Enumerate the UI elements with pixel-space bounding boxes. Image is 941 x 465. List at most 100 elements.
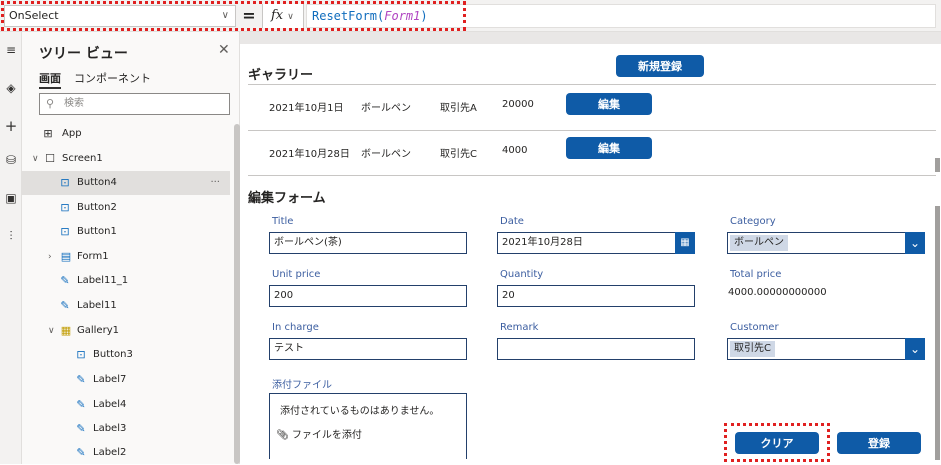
customer-dropdown[interactable]: 取引先C ⌄	[727, 338, 925, 360]
row-date: 2021年10月28日	[269, 149, 350, 160]
tools-icon[interactable]: ⫶	[3, 228, 19, 244]
tree-item-button4[interactable]: ⊡ Button4 ···	[22, 171, 230, 195]
tree-item-app[interactable]: ⊞ App	[22, 122, 230, 146]
tree-item-label7[interactable]: ✎ Label7	[22, 368, 230, 392]
unit-price-value: 200	[274, 290, 294, 301]
form-title: 編集フォーム	[248, 191, 326, 206]
hamburger-icon[interactable]: ≡	[3, 42, 19, 58]
attachment-empty-message: 添付されているものはありません。	[280, 406, 440, 417]
button-icon: ⊡	[76, 348, 86, 361]
tree-item-label: Screen1	[62, 153, 103, 164]
total-price-label: Total price	[730, 269, 782, 280]
form-icon: ▤	[60, 250, 72, 263]
clear-button[interactable]: クリア	[735, 432, 819, 454]
tree-item-label4[interactable]: ✎ Label4	[22, 393, 230, 417]
in-charge-label: In charge	[272, 322, 319, 333]
search-placeholder: 検索	[64, 98, 84, 109]
category-dropdown[interactable]: ボールペン ⌄	[727, 232, 925, 254]
tree-item-label: Label7	[93, 374, 127, 385]
tab-screens[interactable]: 画面	[39, 70, 61, 89]
tree-item-label: Label3	[93, 423, 127, 434]
row-date: 2021年10月1日	[269, 103, 344, 114]
chevron-down-icon[interactable]: ⌄	[905, 338, 925, 360]
tree-item-button2[interactable]: ⊡ Button2	[22, 196, 230, 220]
form-scrollbar[interactable]	[935, 206, 940, 460]
edit-button[interactable]: 編集	[566, 137, 652, 159]
tree-item-gallery1[interactable]: ∨ ▦ Gallery1	[22, 319, 230, 343]
tree-item-button3[interactable]: ⊡ Button3	[22, 343, 230, 367]
gallery-scrollbar[interactable]	[935, 158, 940, 172]
remark-input[interactable]	[497, 338, 695, 360]
submit-button[interactable]: 登録	[837, 432, 921, 454]
row-amount: 4000	[502, 145, 528, 156]
more-options-icon[interactable]: ···	[210, 171, 220, 195]
tree-item-label: Label11	[77, 300, 117, 311]
calendar-icon[interactable]: ▦	[675, 232, 695, 254]
tree-item-label11-1[interactable]: ✎ Label11_1	[22, 269, 230, 293]
tree-item-label: Label2	[93, 447, 127, 458]
new-register-button[interactable]: 新規登録	[616, 55, 704, 77]
fx-button[interactable]: fx ∨	[262, 4, 304, 28]
category-value: ボールペン	[730, 235, 788, 251]
media-icon[interactable]: ▣	[3, 190, 19, 206]
row-amount: 20000	[502, 99, 534, 110]
tree-search-input[interactable]: ⚲ 検索	[39, 93, 230, 115]
chevron-down-icon[interactable]: ⌄	[905, 232, 925, 254]
edit-button[interactable]: 編集	[566, 93, 652, 115]
tree-view-title: ツリー ビュー	[39, 46, 128, 62]
quantity-label: Quantity	[500, 269, 544, 280]
tree-item-label3[interactable]: ✎ Label3	[22, 417, 230, 441]
plus-icon[interactable]: +	[3, 118, 19, 134]
property-dropdown-value: OnSelect	[9, 9, 59, 22]
label-icon: ✎	[60, 274, 70, 287]
label-icon: ✎	[76, 398, 86, 411]
app-icon: ⊞	[43, 127, 53, 140]
tree-view-panel: ツリー ビュー ✕ 画面 コンポーネント ⚲ 検索 ⊞ App ∨ ☐ Scre…	[22, 32, 240, 464]
tree-item-label: Gallery1	[77, 325, 119, 336]
chevron-down-icon: ∨	[287, 12, 294, 22]
gallery-title: ギャラリー	[248, 68, 314, 83]
attachment-box: 添付されているものはありません。 📎︎ ファイルを添付	[269, 393, 467, 459]
title-input[interactable]: ボールペン(茶)	[269, 232, 467, 254]
close-icon[interactable]: ✕	[218, 42, 230, 58]
quantity-value: 20	[502, 290, 515, 301]
quantity-input[interactable]: 20	[497, 285, 695, 307]
button-icon: ⊡	[60, 201, 70, 214]
unit-price-input[interactable]: 200	[269, 285, 467, 307]
tree-item-label: Form1	[77, 251, 109, 262]
tree-item-label2[interactable]: ✎ Label2	[22, 441, 230, 465]
total-price-value: 4000.00000000000	[728, 287, 827, 298]
label-icon: ✎	[60, 299, 70, 312]
gallery-row[interactable]: 2021年10月28日 ボールペン 取引先C 4000 編集	[248, 130, 936, 174]
layers-icon[interactable]: ◈	[3, 80, 19, 96]
row-vendor: 取引先A	[440, 103, 477, 114]
date-picker[interactable]: 2021年10月28日 ▦	[497, 232, 695, 254]
equals-sign: =	[242, 6, 256, 25]
database-icon[interactable]: ⛁	[3, 152, 19, 168]
tree-item-label: Label11_1	[77, 275, 129, 286]
tree-item-label11[interactable]: ✎ Label11	[22, 294, 230, 318]
gallery: 2021年10月1日 ボールペン 取引先A 20000 編集 2021年10月2…	[248, 84, 936, 176]
row-item: ボールペン	[361, 149, 411, 160]
customer-label: Customer	[730, 322, 779, 333]
tree-item-button1[interactable]: ⊡ Button1	[22, 220, 230, 244]
chevron-right-icon: ›	[48, 252, 52, 262]
chevron-down-icon: ∨	[221, 10, 229, 21]
label-icon: ✎	[76, 373, 86, 386]
formula-input[interactable]: ResetForm(Form1)	[306, 4, 936, 28]
formula-argument: Form1	[384, 9, 421, 23]
gallery-row[interactable]: 2021年10月1日 ボールペン 取引先A 20000 編集	[248, 85, 936, 129]
attachment-label: 添付ファイル	[272, 380, 332, 391]
formula-close-paren: )	[420, 9, 428, 23]
label-icon: ✎	[76, 422, 86, 435]
tree-item-label: Button1	[77, 226, 117, 237]
tree-item-form1[interactable]: › ▤ Form1	[22, 245, 230, 269]
tree-item-screen1[interactable]: ∨ ☐ Screen1	[22, 147, 230, 171]
property-dropdown[interactable]: OnSelect ∨	[4, 5, 236, 27]
in-charge-input[interactable]: テスト	[269, 338, 467, 360]
customer-value: 取引先C	[730, 341, 775, 357]
attach-file-link[interactable]: 📎︎ ファイルを添付	[276, 426, 362, 441]
tab-components[interactable]: コンポーネント	[74, 70, 151, 86]
title-label: Title	[272, 216, 294, 227]
gallery-icon: ▦	[60, 324, 72, 337]
